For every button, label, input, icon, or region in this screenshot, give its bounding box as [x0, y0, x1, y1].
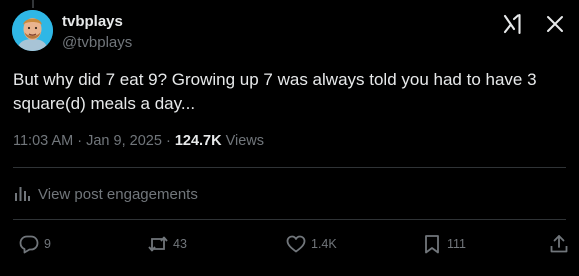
- analytics-icon: [15, 187, 30, 201]
- avatar-image: [12, 10, 53, 51]
- grok-icon[interactable]: [501, 12, 525, 36]
- reply-button[interactable]: 9: [18, 233, 51, 255]
- reply-count: 9: [44, 237, 51, 251]
- bookmark-icon: [425, 235, 439, 254]
- avatar[interactable]: [12, 10, 53, 51]
- share-button[interactable]: [548, 233, 570, 255]
- like-count: 1.4K: [311, 237, 337, 251]
- meta-separator-2: ·: [165, 133, 171, 149]
- share-icon: [550, 235, 568, 253]
- bookmark-button[interactable]: 111: [421, 233, 466, 255]
- tweet-time[interactable]: 11:03 AM: [13, 133, 73, 149]
- reply-icon: [19, 235, 39, 254]
- tweet-text: But why did 7 eat 9? Growing up 7 was al…: [13, 70, 537, 113]
- engagements-label: View post engagements: [38, 185, 198, 203]
- repost-count: 43: [173, 237, 187, 251]
- tweet-date[interactable]: Jan 9, 2025: [86, 133, 162, 149]
- bookmark-count: 111: [447, 237, 467, 251]
- thread-connector-line: [32, 0, 34, 8]
- divider: [13, 219, 566, 220]
- tweet-metadata: 11:03 AM · Jan 9, 2025 · 124.7K Views: [13, 133, 264, 149]
- views-count: 124.7K: [174, 133, 222, 149]
- divider: [13, 167, 566, 168]
- view-engagements-link[interactable]: View post engagements: [13, 184, 198, 204]
- views-label: Views: [225, 133, 265, 149]
- close-icon[interactable]: [543, 12, 567, 36]
- author-display-name[interactable]: tvbplays: [62, 13, 123, 30]
- meta-separator: ·: [77, 133, 83, 149]
- like-icon: [286, 235, 306, 253]
- repost-icon: [148, 236, 168, 252]
- repost-button[interactable]: 43: [147, 233, 187, 255]
- author-handle[interactable]: @tvbplays: [62, 34, 132, 51]
- like-button[interactable]: 1.4K: [285, 233, 337, 255]
